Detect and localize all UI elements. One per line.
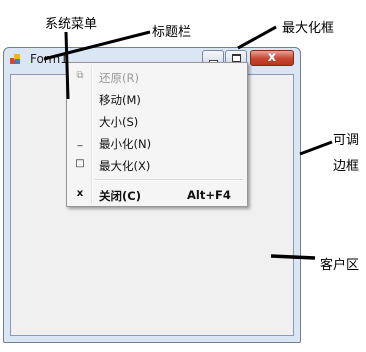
- pointer-title-bar: [43, 30, 151, 61]
- pointer-lines: [43, 25, 333, 260]
- diagram-canvas: Form1 x ⧉还原(R)移动(M)大小(S)_最小化(N)□最大化(X)x关…: [0, 0, 366, 352]
- pointer-system-menu: [64, 31, 70, 100]
- pointer-maximize-box: [237, 25, 277, 50]
- pointer-resizable-border: [299, 140, 333, 156]
- pointer-client-area: [270, 254, 316, 260]
